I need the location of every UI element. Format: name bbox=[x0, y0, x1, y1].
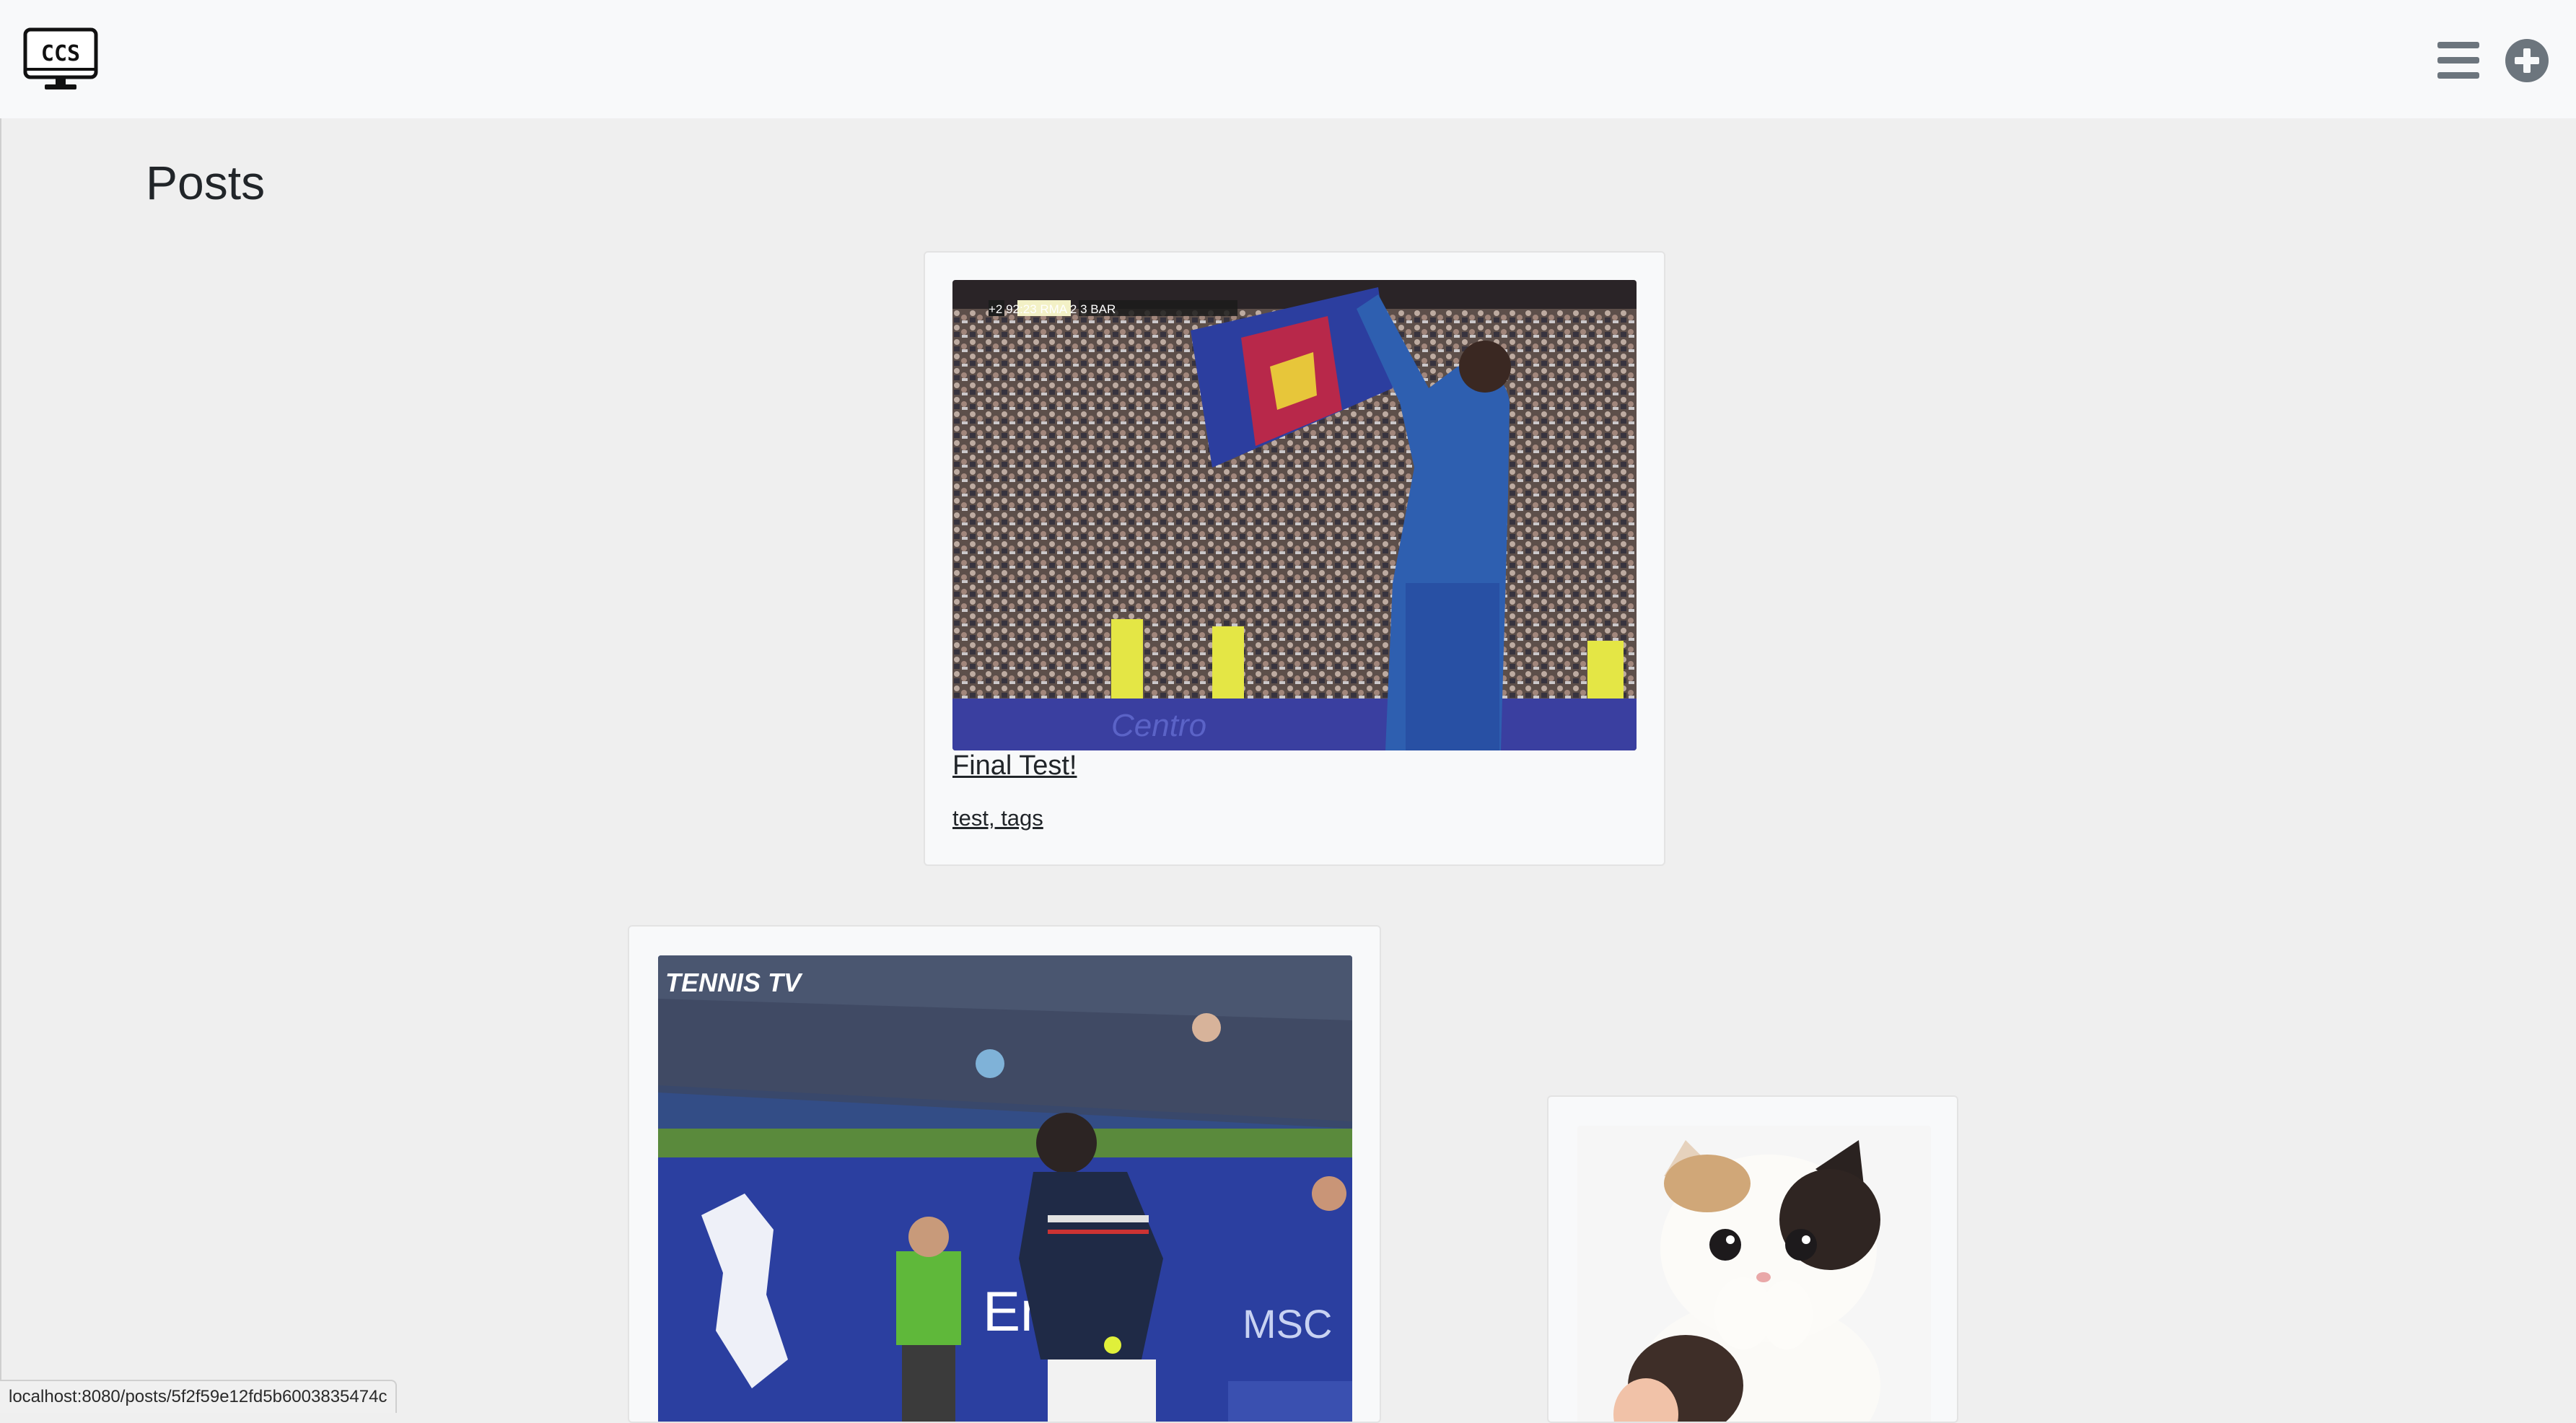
page-title: Posts bbox=[146, 156, 266, 209]
tennis-court-image: Emir MSC TENNIS TV bbox=[658, 955, 1352, 1422]
post-image[interactable]: Emir MSC TENNIS TV bbox=[658, 955, 1352, 1422]
status-bar-url: localhost:8080/posts/5f2f59e12fd5b600383… bbox=[0, 1380, 398, 1413]
plus-circle-icon bbox=[2505, 39, 2549, 82]
post-card bbox=[1547, 1095, 1958, 1423]
post-image[interactable] bbox=[1577, 1126, 1931, 1422]
top-navbar: CCS bbox=[0, 0, 2576, 118]
svg-text:Centro: Centro bbox=[1111, 708, 1206, 743]
post-title-link[interactable]: Final Test! bbox=[952, 750, 1077, 781]
hamburger-menu-icon bbox=[2437, 42, 2479, 79]
menu-button[interactable] bbox=[2436, 40, 2481, 81]
post-image[interactable]: Centro +2 92:23 RMA 2 3 BAR bbox=[952, 280, 1637, 750]
score-overlay-text: +2 92:23 RMA 2 3 BAR bbox=[989, 302, 1116, 316]
soccer-celebration-image: Centro +2 92:23 RMA 2 3 BAR bbox=[952, 280, 1637, 750]
add-post-button[interactable] bbox=[2504, 38, 2550, 84]
monitor-logo-icon: CCS bbox=[23, 27, 98, 89]
post-card: Centro +2 92:23 RMA 2 3 BAR Final Test! … bbox=[924, 251, 1665, 866]
tennis-tv-overlay-text: TENNIS TV bbox=[665, 968, 803, 997]
brand-logo[interactable]: CCS bbox=[23, 27, 98, 92]
post-card: Emir MSC TENNIS TV bbox=[628, 925, 1381, 1423]
svg-text:MSC: MSC bbox=[1243, 1301, 1332, 1347]
logo-text: CCS bbox=[41, 41, 80, 66]
post-tags-link[interactable]: test, tags bbox=[952, 805, 1043, 831]
kitten-image bbox=[1577, 1126, 1931, 1422]
